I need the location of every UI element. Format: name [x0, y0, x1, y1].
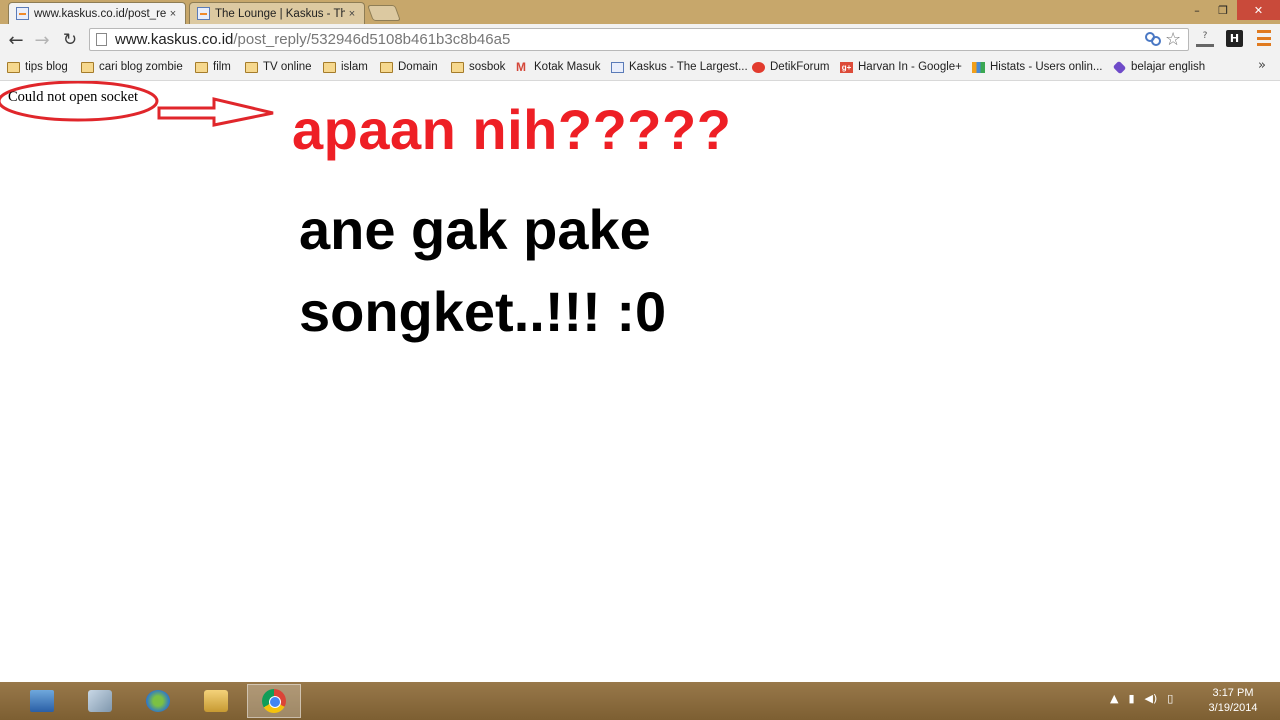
bookmark-histats[interactable]: Histats - Users onlin... [972, 58, 1102, 76]
page-content: Could not open socket apaan nih????? ane… [0, 81, 1280, 682]
kaskus-favicon-icon [611, 61, 624, 73]
extension-h-icon[interactable]: H [1226, 30, 1243, 47]
url-host: www.kaskus.co.id [115, 31, 234, 48]
gmail-icon: M [516, 59, 526, 74]
folder-icon [245, 61, 258, 73]
new-tab-button[interactable] [367, 5, 401, 21]
folder-icon [81, 61, 94, 73]
windows-taskbar [0, 682, 1280, 720]
extension-icon[interactable]: ? [1196, 31, 1214, 47]
clock-date: 3/19/2014 [1208, 702, 1258, 714]
folder-explorer-icon [204, 690, 228, 712]
red-arrow-annotation [157, 97, 274, 127]
address-bar-url[interactable]: www.kaskus.co.id/post_reply/532946d5108b… [115, 31, 510, 48]
maximize-button[interactable]: ❐ [1210, 0, 1236, 20]
bookmarks-bar: tips blog cari blog zombie film TV onlin… [0, 55, 1280, 81]
taskbar-app-notes[interactable] [73, 684, 127, 718]
bookmark-kaskus[interactable]: Kaskus - The Largest... [611, 58, 748, 76]
bookmark-label: cari blog zombie [99, 61, 183, 73]
tab-title: www.kaskus.co.id/post_re [34, 7, 166, 20]
bookmark-kotak-masuk[interactable]: M Kotak Masuk [516, 58, 600, 76]
url-path: /post_reply/532946d5108b461b3c8b46a5 [233, 31, 511, 48]
tab-close-icon[interactable]: × [345, 8, 359, 20]
belajar-icon [1112, 60, 1127, 74]
google-plus-icon: g+ [840, 61, 853, 73]
taskbar-app-keyboard[interactable] [15, 684, 69, 718]
bookmarks-overflow-chevron-icon[interactable]: » [1258, 58, 1266, 73]
folder-icon [323, 61, 336, 73]
bookmark-cari-blog-zombie[interactable]: cari blog zombie [81, 58, 183, 76]
volume-icon[interactable]: ◀) [1145, 692, 1158, 705]
bookmark-label: Histats - Users onlin... [990, 61, 1103, 73]
tray-overflow-icon[interactable]: ▲ [1110, 692, 1118, 705]
bookmark-tips-blog[interactable]: tips blog [7, 58, 68, 76]
system-tray: ▲ ▮ ◀) ▯ [1110, 692, 1173, 705]
tab-title: The Lounge | Kaskus - The [215, 7, 345, 20]
bookmark-label: belajar english [1131, 61, 1206, 73]
folder-icon [451, 61, 464, 73]
bookmark-star-icon[interactable]: ☆ [1165, 29, 1181, 50]
kaskus-favicon-icon [197, 7, 210, 20]
bookmark-tv-online[interactable]: TV online [245, 58, 312, 76]
reload-button[interactable]: ↻ [59, 29, 81, 51]
bookmark-detikforum[interactable]: DetikForum [752, 58, 829, 76]
bookmark-label: film [213, 61, 231, 73]
taskbar-app-file-explorer[interactable] [189, 684, 243, 718]
globe-download-icon [146, 690, 170, 712]
tab-the-lounge[interactable]: The Lounge | Kaskus - The × [189, 2, 365, 24]
keyboard-app-icon [30, 690, 54, 712]
bookmark-label: Kotak Masuk [534, 61, 601, 73]
notes-app-icon [88, 690, 112, 712]
bookmark-islam[interactable]: islam [323, 58, 368, 76]
bookmark-label: Domain [398, 61, 438, 73]
title-bar: www.kaskus.co.id/post_re × The Lounge | … [0, 0, 1280, 24]
translate-icon[interactable] [1145, 32, 1161, 50]
detik-icon [752, 61, 765, 73]
forward-button[interactable]: → [31, 29, 53, 51]
taskbar-app-chrome[interactable] [247, 684, 301, 718]
bookmark-label: Kaskus - The Largest... [629, 61, 748, 73]
network-icon[interactable]: ▮ [1128, 692, 1134, 705]
bookmark-sosbok[interactable]: sosbok [451, 58, 505, 76]
bookmark-belajar-english[interactable]: belajar english [1112, 58, 1206, 76]
error-message: Could not open socket [8, 89, 139, 105]
bookmark-harvan-google-plus[interactable]: g+ Harvan In - Google+ [840, 58, 962, 76]
minimize-button[interactable]: – [1184, 0, 1210, 20]
tab-kaskus-post-reply[interactable]: www.kaskus.co.id/post_re × [8, 2, 186, 24]
bookmark-label: Harvan In - Google+ [858, 61, 962, 73]
folder-icon [195, 61, 208, 73]
bookmark-label: islam [341, 61, 368, 73]
bookmark-film[interactable]: film [195, 58, 231, 76]
taskbar-clock[interactable]: 3:17 PM 3/19/2014 [1198, 686, 1268, 716]
bookmark-label: tips blog [25, 61, 68, 73]
headline-question: apaan nih????? [292, 98, 732, 161]
bookmark-domain[interactable]: Domain [380, 58, 438, 76]
bookmark-label: sosbok [469, 61, 506, 73]
taskbar-app-download-manager[interactable] [131, 684, 185, 718]
bookmark-label: TV online [263, 61, 312, 73]
histats-icon [972, 61, 985, 73]
battery-icon[interactable]: ▯ [1167, 692, 1173, 705]
address-bar[interactable]: www.kaskus.co.id/post_reply/532946d5108b… [89, 28, 1189, 51]
close-window-button[interactable]: ✕ [1237, 0, 1280, 20]
chrome-icon [262, 689, 286, 713]
bookmark-label: DetikForum [770, 61, 830, 73]
tab-close-icon[interactable]: × [166, 8, 180, 20]
page-icon [96, 33, 107, 46]
kaskus-favicon-icon [16, 7, 29, 20]
folder-icon [380, 61, 393, 73]
headline-remark: ane gak pake songket..!!! :0 [299, 198, 667, 343]
clock-time: 3:17 PM [1212, 687, 1254, 699]
menu-icon[interactable] [1257, 30, 1271, 46]
folder-icon [7, 61, 20, 73]
back-button[interactable]: ← [5, 29, 27, 51]
